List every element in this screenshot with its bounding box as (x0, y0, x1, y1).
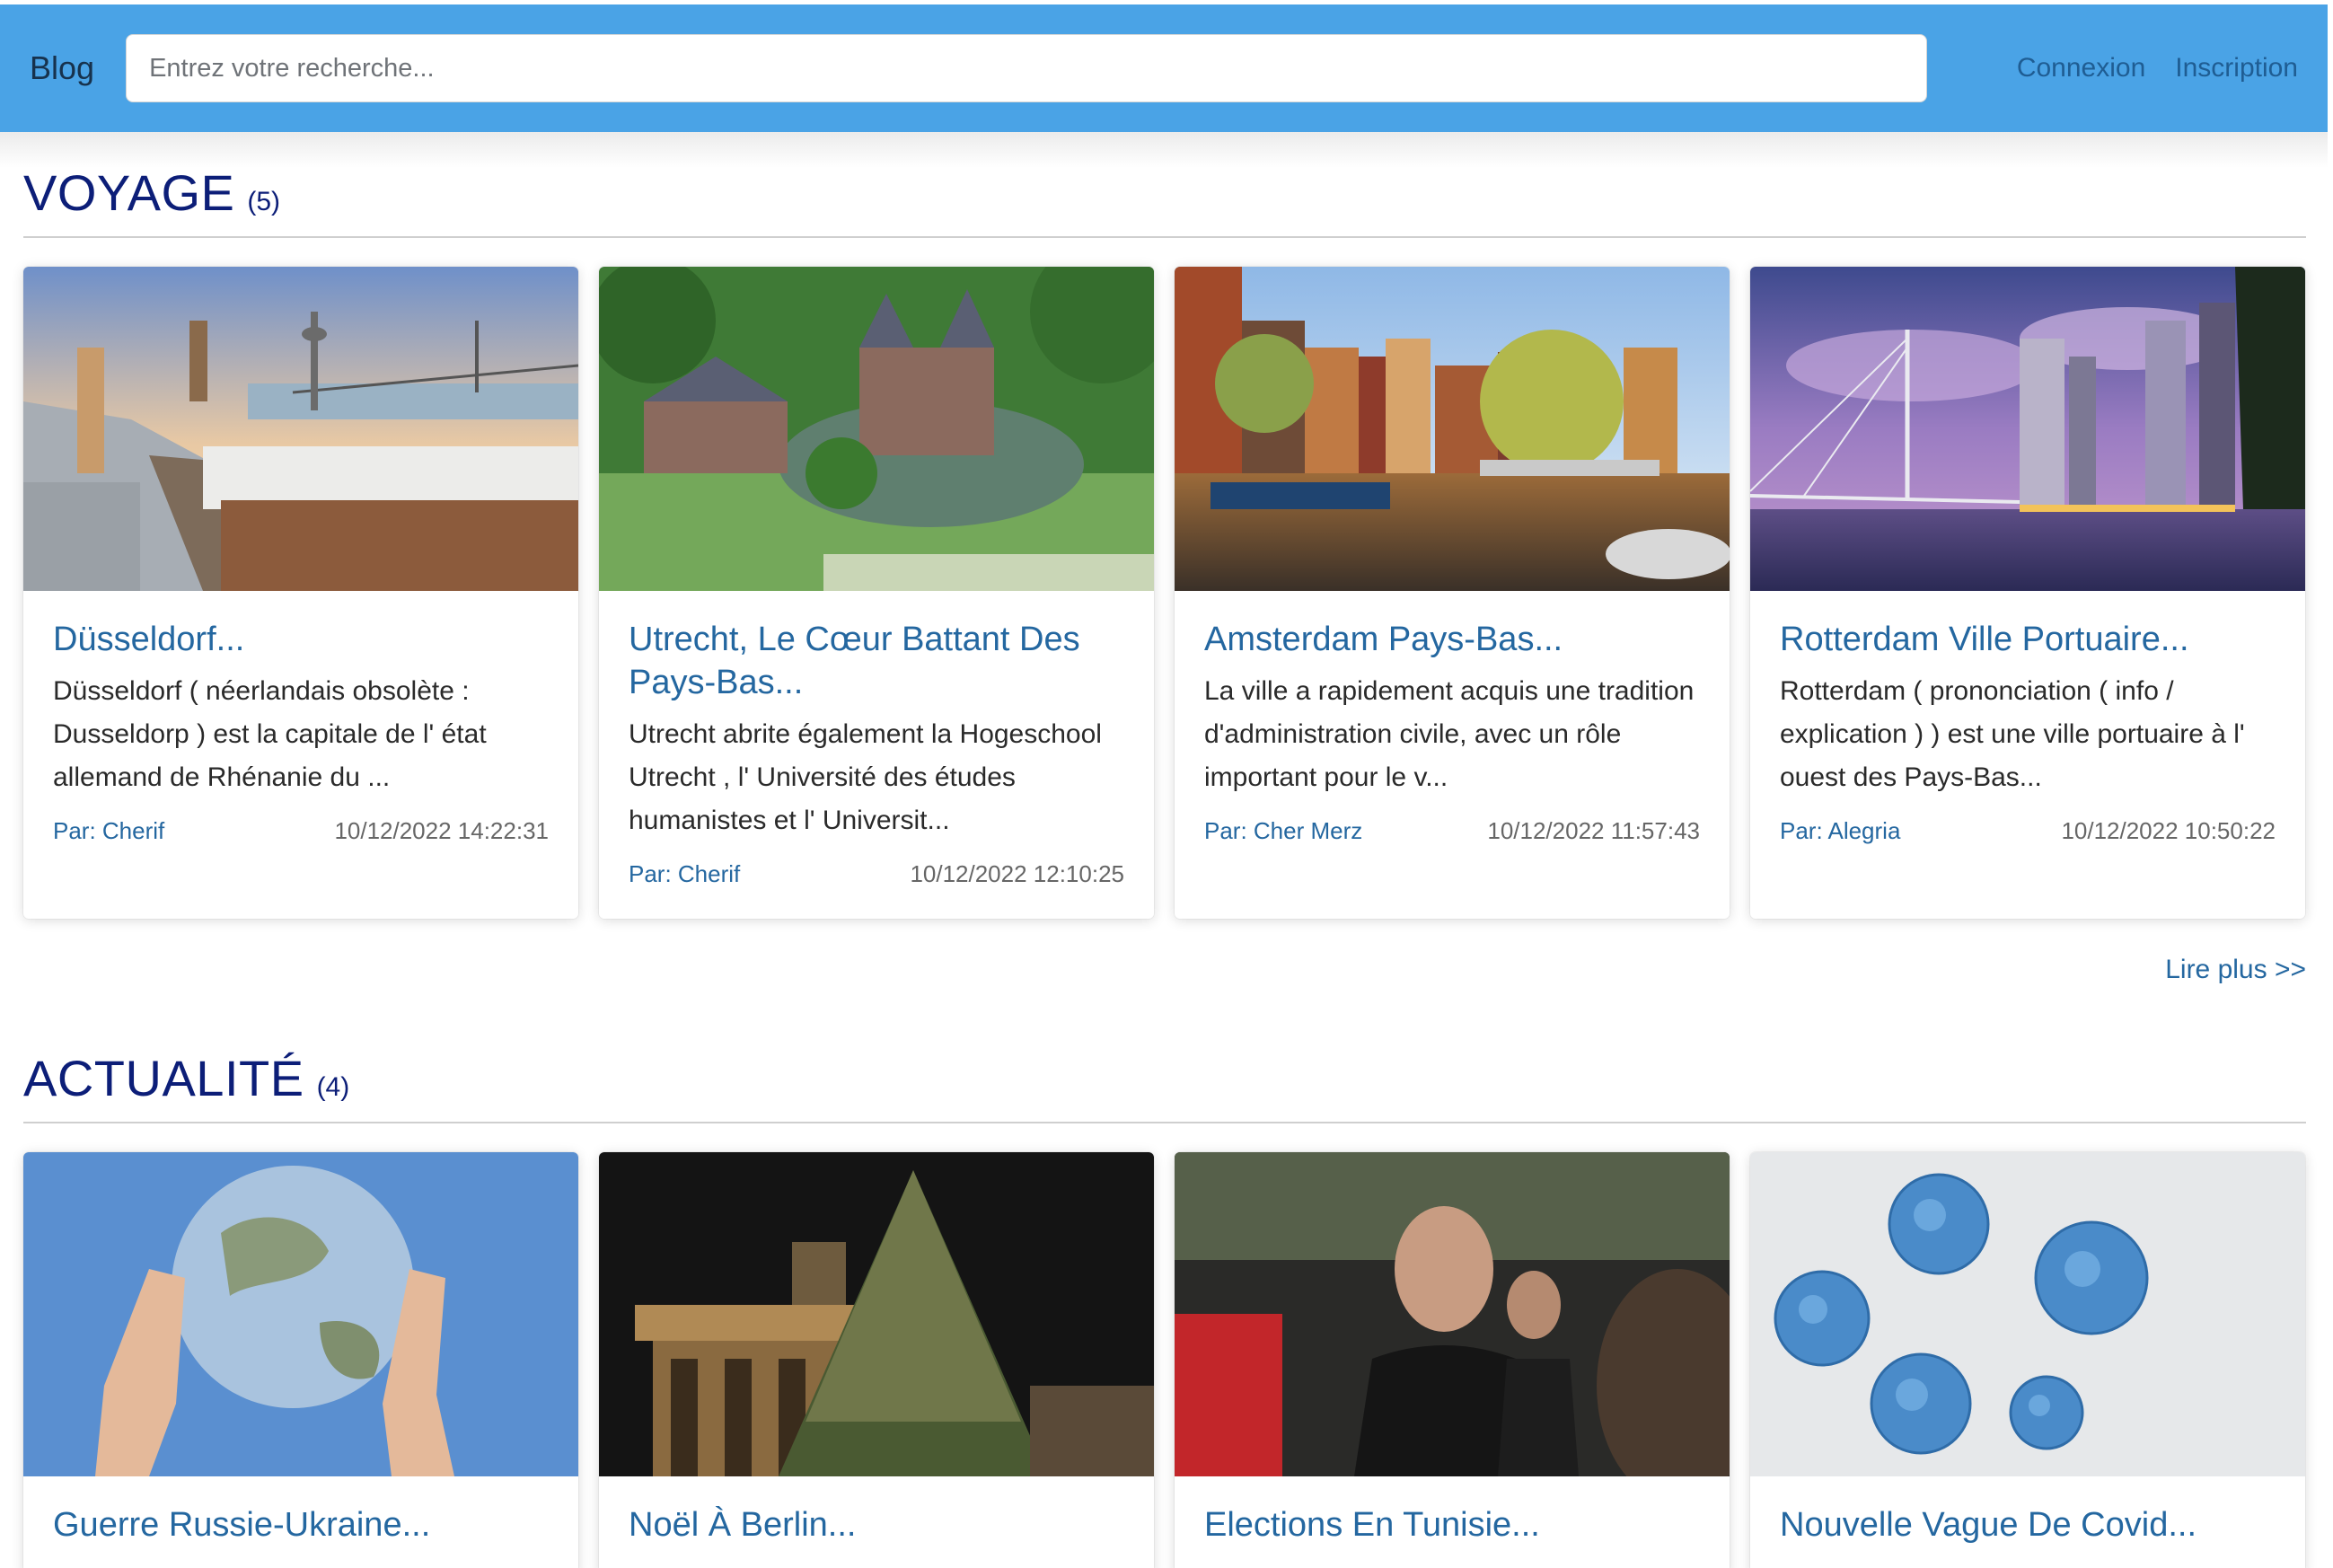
coronavirus-particles-photo[interactable] (1750, 1152, 2305, 1476)
read-more-link[interactable]: Lire plus >> (23, 955, 2306, 985)
card-author[interactable]: Par: Alegria (1780, 817, 1900, 845)
article-card[interactable]: Noël À Berlin... (599, 1152, 1154, 1568)
card-title[interactable]: Utrecht, Le Cœur Battant Des Pays-Bas... (629, 618, 1124, 704)
card-meta: Par: Alegria 10/12/2022 10:50:22 (1780, 817, 2276, 845)
article-card[interactable]: Guerre Russie-Ukraine... (23, 1152, 578, 1568)
section-count: (4) (316, 1072, 350, 1102)
card-body: Amsterdam Pays-Bas... La ville a rapidem… (1175, 591, 1730, 876)
dusseldorf-riverside-photo[interactable] (23, 267, 578, 591)
castle-de-haar-utrecht-photo[interactable] (599, 267, 1154, 591)
card-body: Düsseldorf... Düsseldorf ( néerlandais o… (23, 591, 578, 876)
card-meta: Par: Cherif 10/12/2022 12:10:25 (629, 860, 1124, 888)
card-title[interactable]: Noël À Berlin... (629, 1503, 1124, 1546)
section-count: (5) (247, 187, 281, 216)
card-body: Utrecht, Le Cœur Battant Des Pays-Bas...… (599, 591, 1154, 919)
signup-link[interactable]: Inscription (2175, 53, 2298, 84)
article-card[interactable]: Elections En Tunisie... (1175, 1152, 1730, 1568)
section-title: VOYAGE (23, 164, 235, 221)
article-card[interactable]: Amsterdam Pays-Bas... La ville a rapidem… (1175, 267, 1730, 919)
header-shadow (0, 132, 2328, 168)
section-header: ACTUALITÉ (4) (23, 1049, 2306, 1123)
rotterdam-erasmus-bridge-photo[interactable] (1750, 267, 2305, 591)
article-card[interactable]: Utrecht, Le Cœur Battant Des Pays-Bas...… (599, 267, 1154, 919)
card-body: Guerre Russie-Ukraine... (23, 1476, 578, 1568)
card-meta: Par: Cherif 10/12/2022 14:22:31 (53, 817, 549, 845)
card-body: Noël À Berlin... (599, 1476, 1154, 1568)
login-link[interactable]: Connexion (2017, 53, 2145, 84)
hands-holding-globe-photo[interactable] (23, 1152, 578, 1476)
nav-links: Connexion Inscription (2017, 53, 2298, 84)
card-author[interactable]: Par: Cherif (53, 817, 164, 845)
card-excerpt: La ville a rapidement acquis une traditi… (1204, 676, 1695, 792)
card-date: 10/12/2022 10:50:22 (2061, 817, 2276, 844)
section-voyage: VOYAGE (5) Düsseldorf... Düsseldorf (né… (23, 163, 2306, 985)
search-input[interactable] (126, 34, 1928, 102)
card-excerpt: Utrecht abrite également la Hogeschool U… (629, 719, 1102, 835)
section-title: ACTUALITÉ (23, 1050, 304, 1106)
section-actualite: ACTUALITÉ (4) Guerre Russie-Ukraine... N… (23, 1049, 2306, 1568)
article-card[interactable]: Rotterdam Ville Portuaire... Rotterdam (… (1750, 267, 2305, 919)
article-card[interactable]: Nouvelle Vague De Covid... (1750, 1152, 2305, 1568)
card-body: Rotterdam Ville Portuaire... Rotterdam (… (1750, 591, 2305, 876)
brandenburg-gate-christmas-tree-photo[interactable] (599, 1152, 1154, 1476)
card-title[interactable]: Elections En Tunisie... (1204, 1503, 1700, 1546)
card-title[interactable]: Nouvelle Vague De Covid... (1780, 1503, 2276, 1546)
card-body: Elections En Tunisie... (1175, 1476, 1730, 1568)
top-navbar: Blog Connexion Inscription (0, 4, 2328, 132)
card-title[interactable]: Rotterdam Ville Portuaire... (1780, 618, 2276, 661)
card-date: 10/12/2022 14:22:31 (334, 817, 549, 844)
card-body: Nouvelle Vague De Covid... (1750, 1476, 2305, 1568)
card-excerpt: Rotterdam ( prononciation ( info / expli… (1780, 676, 2245, 792)
card-date: 10/12/2022 12:10:25 (910, 860, 1124, 887)
brand-logo[interactable]: Blog (30, 49, 94, 87)
card-title[interactable]: Düsseldorf... (53, 618, 549, 661)
card-excerpt: Düsseldorf ( néerlandais obsolète : Duss… (53, 676, 487, 792)
card-grid: Düsseldorf... Düsseldorf ( néerlandais o… (23, 267, 2306, 919)
card-author[interactable]: Par: Cherif (629, 860, 740, 888)
tunisia-president-photo[interactable] (1175, 1152, 1730, 1476)
card-author[interactable]: Par: Cher Merz (1204, 817, 1362, 845)
card-meta: Par: Cher Merz 10/12/2022 11:57:43 (1204, 817, 1700, 845)
card-title[interactable]: Guerre Russie-Ukraine... (53, 1503, 549, 1546)
card-date: 10/12/2022 11:57:43 (1487, 817, 1700, 844)
card-title[interactable]: Amsterdam Pays-Bas... (1204, 618, 1700, 661)
amsterdam-canal-photo[interactable] (1175, 267, 1730, 591)
card-grid: Guerre Russie-Ukraine... Noël À Berlin..… (23, 1152, 2306, 1568)
article-card[interactable]: Düsseldorf... Düsseldorf ( néerlandais o… (23, 267, 578, 919)
section-header: VOYAGE (5) (23, 163, 2306, 238)
